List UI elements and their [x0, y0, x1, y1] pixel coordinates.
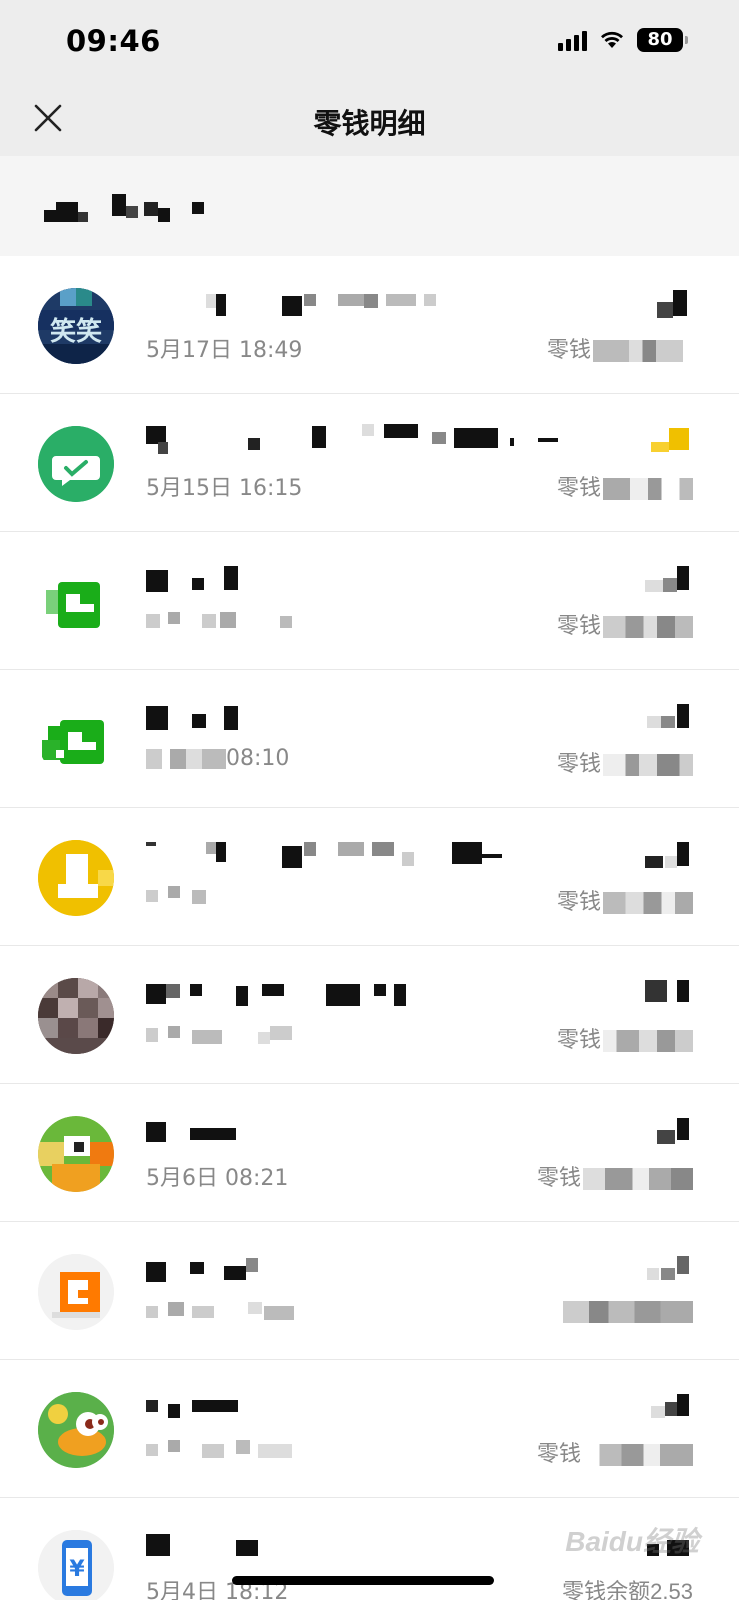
transaction-amount-mosaic [643, 978, 703, 1008]
svg-text:¥: ¥ [69, 1557, 85, 1582]
orange-app-icon [38, 1254, 114, 1330]
balance-mosaic [603, 754, 693, 777]
balance-text [561, 1298, 693, 1324]
balance-label: 零钱 [546, 337, 591, 362]
transaction-title-mosaic [146, 1114, 536, 1148]
balance-text: 零钱 [557, 884, 693, 916]
balance-label: 零钱 [536, 1441, 581, 1466]
balance-text: 零钱 [537, 1160, 693, 1192]
wallet-icon [38, 564, 114, 640]
balance-mosaic [583, 1444, 693, 1467]
transaction-title-mosaic [146, 562, 536, 596]
transaction-row[interactable] [0, 1222, 739, 1360]
balance-label: 零钱 [556, 613, 601, 638]
balance-text: 零钱 [557, 608, 693, 640]
phone-pay-icon: ¥ [38, 1530, 114, 1600]
balance-label: 零钱 [536, 1165, 581, 1190]
balance-label: 零钱 [556, 1027, 601, 1052]
transaction-amount-mosaic [643, 840, 703, 870]
nav-bar: 零钱明细 [0, 80, 739, 156]
transaction-time-mosaic [146, 1436, 296, 1458]
month-filter-mosaic [44, 194, 214, 228]
balance-mosaic [603, 478, 693, 501]
status-bar: 09:46 80 [0, 0, 739, 80]
balance-value: 2.53 [650, 1579, 693, 1600]
transaction-amount-mosaic [643, 564, 703, 594]
balance-mosaic [583, 1168, 693, 1191]
page-title: 零钱明细 [313, 108, 426, 139]
wifi-icon [599, 30, 625, 50]
transaction-title-mosaic [146, 1528, 536, 1562]
transaction-amount-mosaic [643, 288, 703, 318]
transaction-amount-mosaic [643, 1254, 703, 1284]
transaction-row[interactable]: 零钱 [0, 1360, 739, 1498]
balance-mosaic [563, 1301, 693, 1324]
balance-text: 零钱 [557, 470, 693, 502]
yellow-pay-icon [38, 840, 114, 916]
wechat-chat-icon [38, 426, 114, 502]
transaction-title-mosaic [146, 838, 536, 872]
transaction-row[interactable]: 5月6日 08:21 零钱 [0, 1084, 739, 1222]
transaction-amount-mosaic [643, 702, 703, 732]
balance-label: 零钱 [556, 889, 601, 914]
transaction-time-mosaic [146, 1298, 296, 1320]
balance-text: 零钱 [557, 1022, 693, 1054]
transaction-amount-mosaic [643, 1392, 703, 1422]
transaction-amount-mosaic [643, 1116, 703, 1146]
battery-icon: 80 [637, 28, 688, 52]
transaction-row[interactable]: 08:10 零钱 [0, 670, 739, 808]
transfer-icon [38, 702, 114, 778]
cartoon-avatar [38, 1116, 114, 1192]
transaction-row[interactable]: 零钱 [0, 808, 739, 946]
balance-text: 零钱 [537, 1436, 693, 1468]
transaction-title-mosaic [146, 976, 536, 1010]
transaction-row[interactable]: 零钱 [0, 946, 739, 1084]
transaction-row[interactable]: 笑笑 5月17日 18:49 零钱 [0, 256, 739, 394]
balance-mosaic [603, 1030, 693, 1053]
balance-label: 零钱余额 [562, 1579, 651, 1600]
transaction-title-mosaic [146, 286, 536, 320]
balance-mosaic [603, 616, 693, 639]
svg-text:笑笑: 笑笑 [50, 316, 102, 347]
balance-label: 零钱 [556, 751, 601, 776]
status-icons: 80 [558, 28, 688, 52]
transaction-list: 笑笑 5月17日 18:49 零钱 5月15日 16:15 零钱 零钱 08:1… [0, 256, 739, 1600]
transaction-time-value: 08:10 [226, 746, 290, 771]
watermark: Baidu经验 [565, 1526, 699, 1557]
cellular-signal-icon [558, 29, 587, 51]
transaction-time-mosaic [146, 884, 226, 906]
transaction-title-mosaic [146, 1390, 536, 1424]
transaction-time-mosaic [146, 749, 226, 769]
transaction-title-mosaic [146, 700, 536, 734]
photo-avatar [38, 978, 114, 1054]
month-filter[interactable] [0, 156, 739, 256]
transaction-title-mosaic [146, 424, 558, 458]
balance-label: 零钱 [556, 475, 601, 500]
transaction-amount-mosaic [643, 426, 703, 456]
transaction-row[interactable]: 5月15日 16:15 零钱 [0, 394, 739, 532]
home-indicator [232, 1576, 494, 1585]
transaction-time: 5月17日 18:49 [146, 338, 303, 363]
transaction-time: 5月15日 16:15 [146, 476, 303, 501]
avatar-laugh-icon: 笑笑 [38, 288, 114, 364]
duck-avatar [38, 1392, 114, 1468]
balance-mosaic [593, 340, 683, 363]
balance-mosaic [603, 892, 693, 915]
transaction-row[interactable]: 零钱 [0, 532, 739, 670]
transaction-title-mosaic [146, 1252, 536, 1286]
balance-text: 零钱 [557, 746, 693, 778]
status-time: 09:46 [66, 24, 161, 58]
transaction-time: 5月6日 08:21 [146, 1166, 289, 1191]
balance-text: 零钱 [547, 332, 683, 364]
balance-text: 零钱余额2.53 [562, 1574, 693, 1600]
transaction-time-mosaic [146, 1022, 296, 1044]
transaction-time: 08:10 [146, 746, 289, 771]
transaction-time-mosaic [146, 608, 296, 630]
